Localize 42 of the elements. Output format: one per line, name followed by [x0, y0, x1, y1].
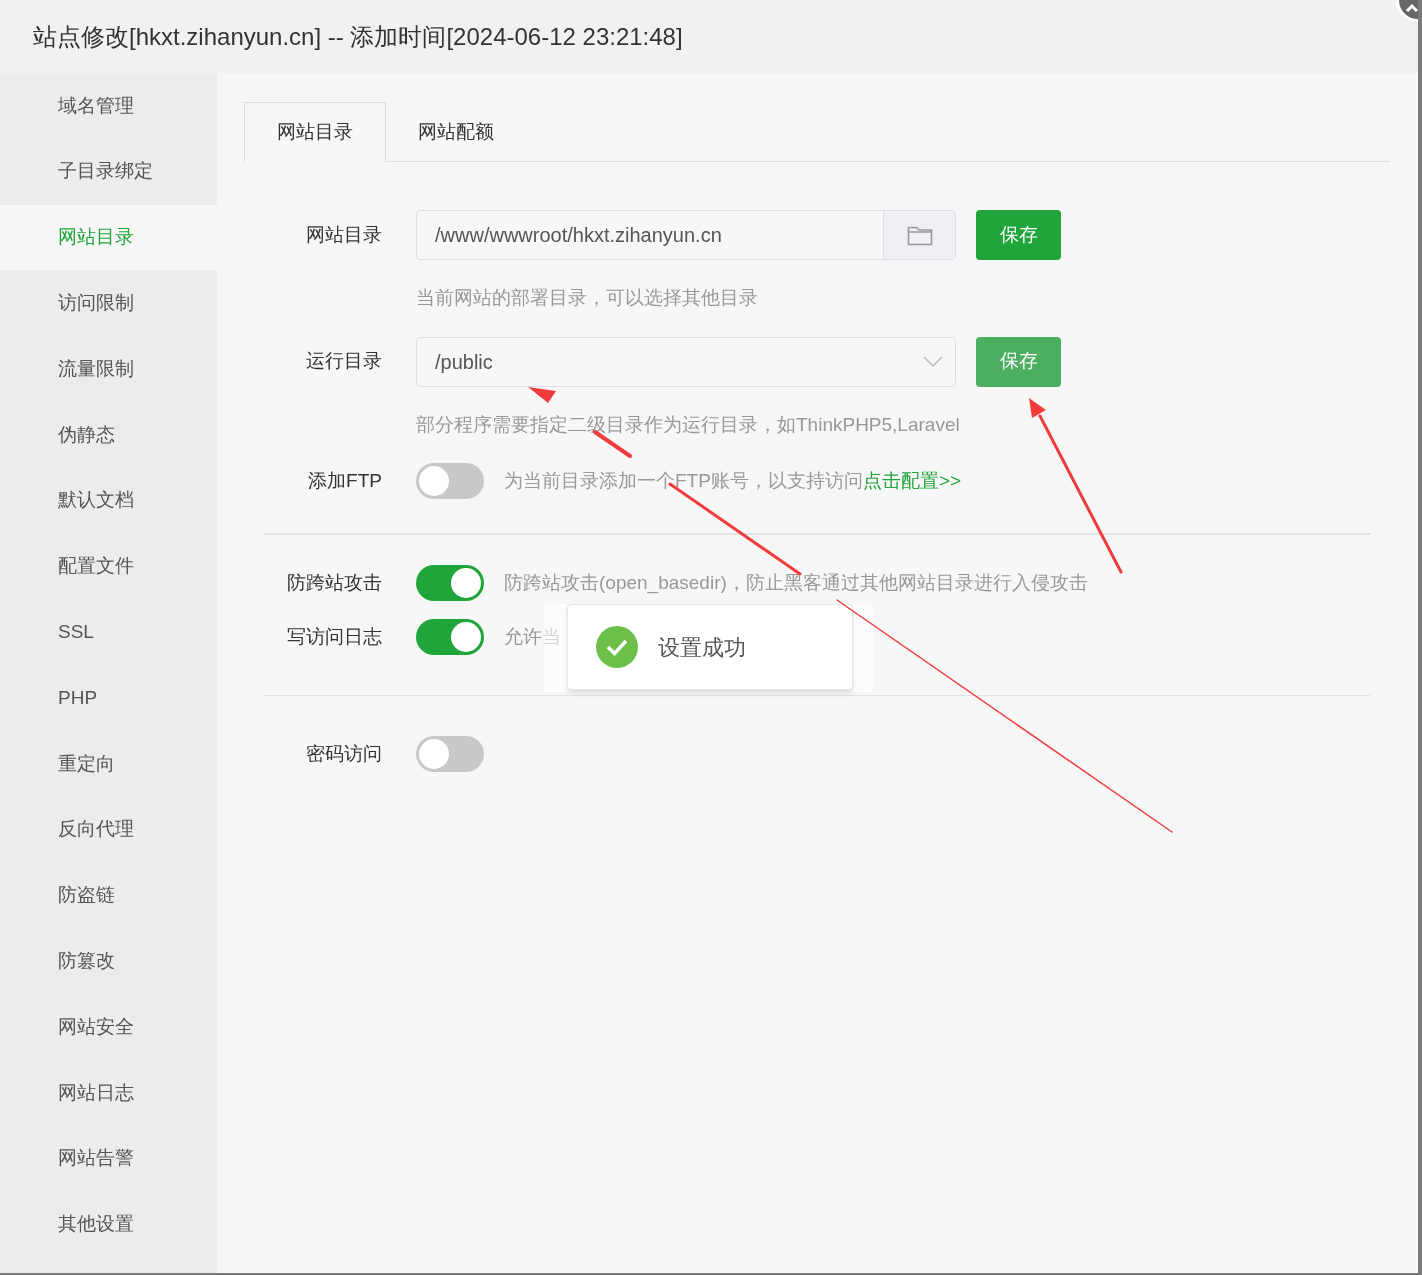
- chevron-down-icon: [923, 355, 943, 368]
- sidebar-item[interactable]: 流量限制: [0, 336, 217, 402]
- field-label: 添加FTP: [307, 468, 382, 493]
- sidebar-item[interactable]: 重定向: [0, 730, 217, 797]
- toggle-switch[interactable]: [416, 736, 484, 772]
- hint-text: 当前网站的部署目录，可以选择其他目录: [416, 286, 759, 310]
- sidebar-item[interactable]: 其他设置: [0, 1191, 217, 1258]
- toggle-switch[interactable]: [416, 619, 484, 655]
- field-label: 密码访问: [305, 741, 382, 766]
- sidebar-item[interactable]: 默认文档: [0, 467, 217, 534]
- sidebar-item[interactable]: 网站日志: [0, 1059, 217, 1126]
- close-icon: [1405, 3, 1418, 13]
- field-label: 运行目录: [305, 349, 382, 374]
- folder-icon: [906, 224, 933, 246]
- sidebar-item[interactable]: 域名管理: [0, 73, 217, 139]
- hint-text: 部分程序需要指定二级目录作为运行目录，如ThinkPHP5,Laravel: [416, 412, 961, 437]
- field-label: 防跨站攻击: [286, 570, 382, 595]
- sidebar-item[interactable]: 网站告警: [0, 1125, 217, 1192]
- sidebar-item[interactable]: 子目录绑定: [0, 138, 217, 205]
- toggle-switch[interactable]: [416, 463, 484, 499]
- sidebar-item[interactable]: 网站安全: [0, 994, 217, 1060]
- folder-button[interactable]: [883, 211, 955, 259]
- field-label: 网站目录: [305, 222, 382, 247]
- description-text: 为当前目录添加一个FTP账号，以支持访问点击配置>>: [504, 468, 962, 493]
- sidebar-item[interactable]: 防盗链: [0, 862, 217, 929]
- sidebar-item[interactable]: 反向代理: [0, 796, 217, 863]
- sidebar-item[interactable]: 访问限制: [0, 270, 217, 337]
- window-title: 站点修改[hkxt.zihanyun.cn] -- 添加时间[2024-06-12 23:21:48]: [33, 21, 683, 52]
- sidebar-item[interactable]: PHP: [0, 665, 217, 731]
- sidebar-item[interactable]: 伪静态: [0, 402, 217, 468]
- description-text: 防跨站攻击(open_basedir)，防止黑客通过其他网站目录进行入侵攻击: [504, 570, 1088, 596]
- sidebar-item[interactable]: SSL: [0, 599, 217, 666]
- sidebar-item[interactable]: 防篡改: [0, 928, 217, 995]
- check-circle-icon: [596, 626, 638, 668]
- path-field[interactable]: /www/wwwroot/hkxt.zihanyun.cn: [416, 210, 956, 260]
- sidebar-item[interactable]: 配置文件: [0, 533, 217, 600]
- toast-message: 设置成功: [658, 633, 746, 662]
- dropdown-field[interactable]: /public: [416, 336, 956, 387]
- tab[interactable]: 网站配额: [386, 102, 526, 162]
- tab[interactable]: 网站目录: [244, 102, 386, 162]
- field-label: 写访问日志: [286, 624, 382, 649]
- toggle-switch[interactable]: [416, 565, 484, 601]
